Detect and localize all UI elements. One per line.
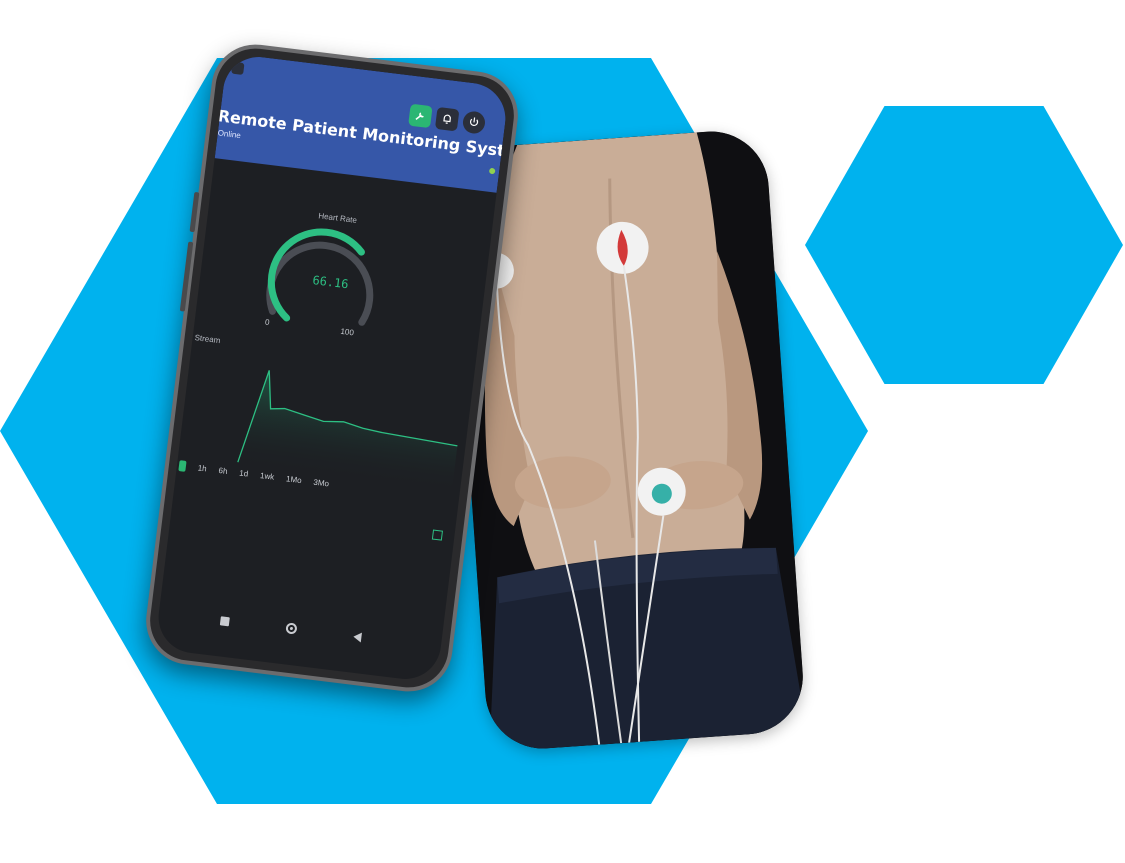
range-1h[interactable]: 1h: [197, 463, 207, 473]
range-active-marker[interactable]: [178, 460, 187, 472]
gauge-max-label: 100: [339, 326, 355, 338]
range-1wk[interactable]: 1wk: [260, 471, 275, 482]
hexagon-small: [805, 106, 1123, 384]
stream-label: Stream: [194, 333, 221, 346]
wrench-icon[interactable]: [408, 103, 433, 129]
square-icon[interactable]: [219, 616, 230, 627]
range-1d[interactable]: 1d: [239, 469, 249, 479]
stage: Remote Patient Monitoring System Online …: [0, 0, 1125, 863]
online-status-dot: [488, 167, 496, 175]
range-6h[interactable]: 6h: [218, 466, 228, 476]
status-text: Online: [217, 128, 242, 141]
phone-screen: Remote Patient Monitoring System Online …: [154, 52, 510, 684]
circle-icon[interactable]: [285, 622, 298, 635]
range-3mo[interactable]: 3Mo: [313, 478, 330, 489]
bell-icon[interactable]: [434, 106, 460, 132]
back-icon[interactable]: [231, 61, 245, 75]
expand-icon[interactable]: [431, 529, 443, 541]
range-1mo[interactable]: 1Mo: [286, 474, 303, 485]
app-header: Remote Patient Monitoring System Online: [214, 52, 510, 193]
back-triangle-icon[interactable]: [352, 631, 362, 643]
power-icon[interactable]: [461, 110, 487, 135]
